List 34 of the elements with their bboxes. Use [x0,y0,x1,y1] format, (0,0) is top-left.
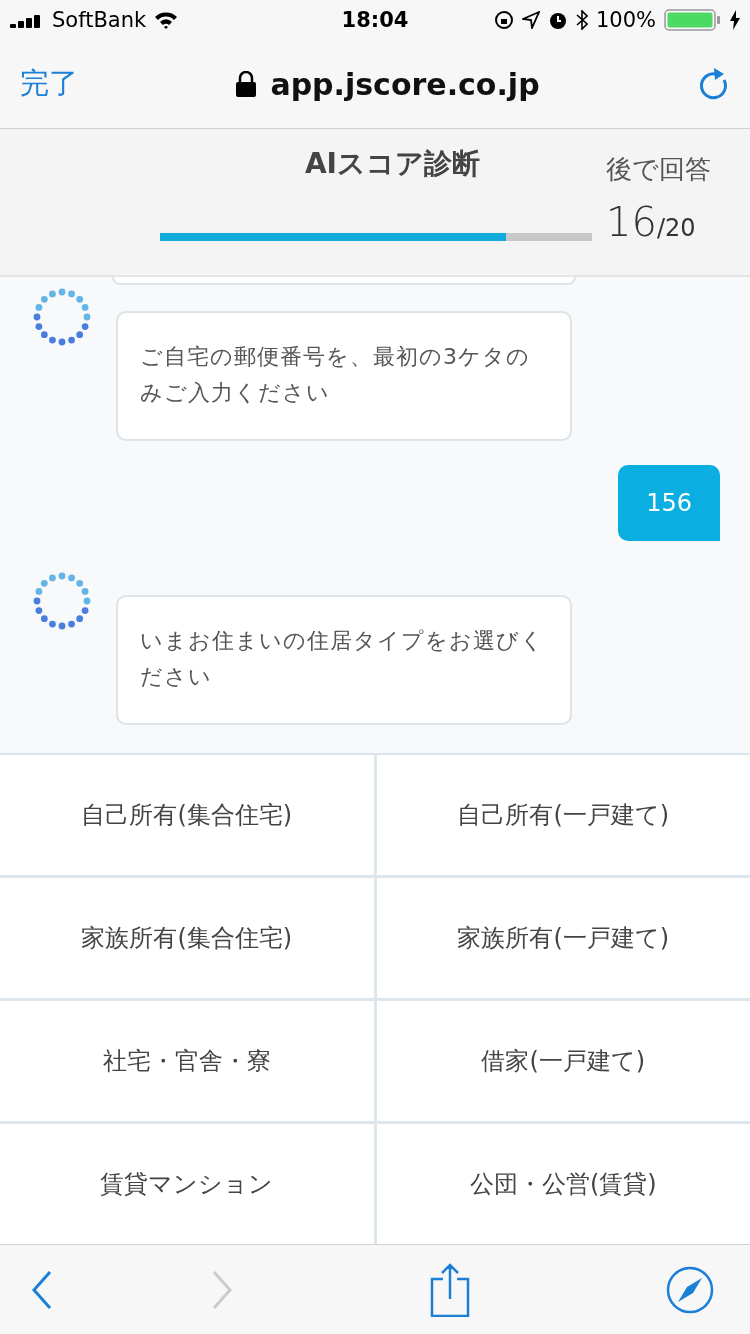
url-text[interactable]: app.jscore.co.jp [270,66,540,102]
option-button[interactable]: 自己所有(一戸建て) [376,755,750,875]
alarm-icon [547,10,568,30]
done-link[interactable]: 完了 [20,64,78,104]
carrier-name: SoftBank [52,8,147,32]
charging-icon [730,10,740,30]
option-button[interactable]: 家族所有(一戸建て) [376,878,750,998]
option-button[interactable]: 賃貸マンション [0,1124,374,1244]
battery-icon [664,9,722,31]
answer-later-link[interactable]: 後で回答 [600,139,750,199]
page-title: AIスコア診断 [303,146,481,182]
bot-message: いまお住まいの住居タイプをお選びください [116,595,572,725]
reload-icon[interactable] [698,66,730,102]
compass-icon[interactable] [666,1265,714,1314]
option-button[interactable]: 借家(一戸建て) [376,1001,750,1121]
option-button[interactable]: 自己所有(集合住宅) [0,755,374,875]
back-icon[interactable] [30,1269,54,1310]
location-icon [521,11,540,29]
bot-message: ご自宅の郵便番号を、最初の3ケタのみご入力ください [116,311,572,441]
user-message: 156 [618,465,720,541]
option-button[interactable]: 家族所有(集合住宅) [0,878,374,998]
bluetooth-icon [575,10,588,30]
option-button[interactable]: 社宅・官舎・寮 [0,1001,374,1121]
wifi-icon [154,11,179,29]
rotation-lock-icon [493,10,514,30]
lock-icon [236,71,257,97]
option-button[interactable]: 公団・公営(賃貸) [376,1124,750,1244]
battery-percent: 100% [595,8,656,32]
status-time: 18:04 [341,8,409,32]
share-icon[interactable] [430,1262,470,1317]
avatar-icon [32,287,92,347]
progress-total: /20 [656,214,696,242]
avatar-icon [32,571,92,631]
progress-current: 16 [606,199,657,245]
